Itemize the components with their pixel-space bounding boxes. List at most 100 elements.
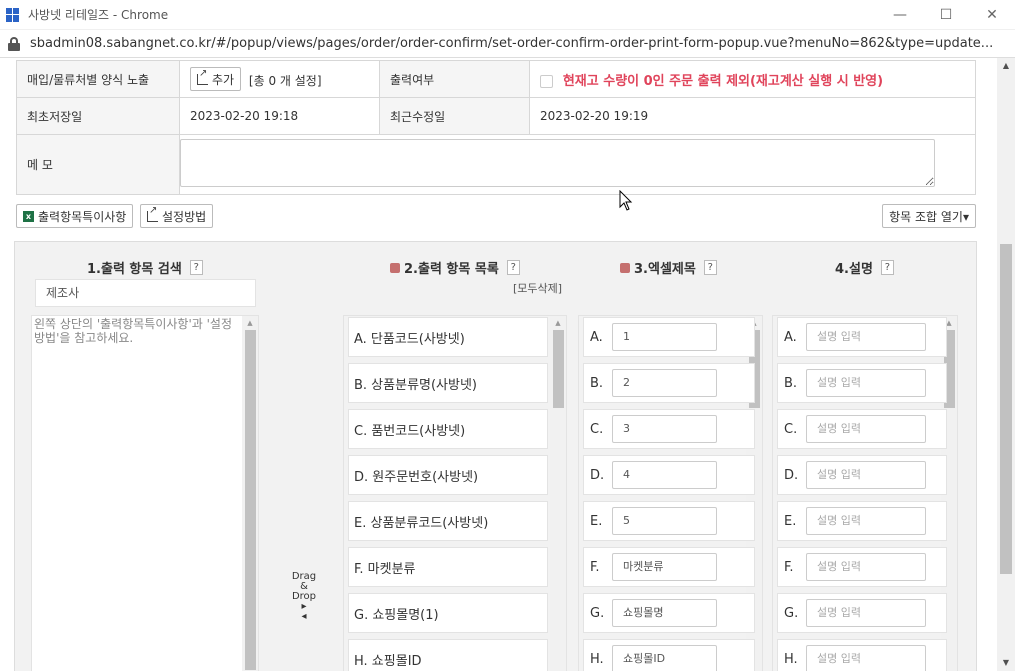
print-item-scrollbar[interactable]: ▲ bbox=[550, 316, 566, 671]
url-text[interactable]: sbadmin08.sabangnet.co.kr/#/popup/views/… bbox=[30, 36, 1015, 51]
search-results-list[interactable]: 왼쪽 상단의 '출력항목특이사항'과 '설정방법'을 참고하세요. ▲ bbox=[31, 315, 259, 671]
minimize-button[interactable]: — bbox=[877, 0, 923, 30]
print-item-row[interactable]: D. 원주문번호(사방넷) bbox=[348, 455, 548, 495]
search-results-scrollbar[interactable]: ▲ bbox=[242, 316, 258, 671]
description-input[interactable]: 설명 입력 bbox=[806, 599, 926, 627]
description-row: E. 설명 입력 bbox=[777, 501, 947, 541]
maximize-button[interactable]: ☐ bbox=[923, 0, 969, 30]
help-icon[interactable]: ? bbox=[506, 260, 520, 275]
description-input[interactable]: 설명 입력 bbox=[806, 461, 926, 489]
memo-textarea[interactable] bbox=[180, 139, 935, 187]
print-item-row[interactable]: H. 쇼핑몰ID bbox=[348, 639, 548, 671]
search-column-label: 1.출력 항목 검색 bbox=[87, 262, 182, 277]
address-bar[interactable]: sbadmin08.sabangnet.co.kr/#/popup/views/… bbox=[0, 30, 1015, 58]
print-label: 출력여부 bbox=[379, 60, 530, 98]
app-icon bbox=[6, 7, 20, 22]
description-input[interactable]: 설명 입력 bbox=[806, 645, 926, 671]
row-letter: A. bbox=[590, 329, 603, 345]
settings-method-button[interactable]: 설정방법 bbox=[140, 204, 214, 228]
row-letter: C. bbox=[590, 421, 604, 437]
excel-title-input[interactable]: 3 bbox=[612, 415, 717, 443]
external-link-icon bbox=[147, 205, 158, 222]
lock-icon bbox=[8, 36, 20, 51]
excel-title-row: G. 쇼핑몰명 bbox=[583, 593, 755, 633]
item-search-input[interactable]: 제조사 bbox=[35, 279, 256, 307]
print-item-row[interactable]: B. 상품분류명(사방넷) bbox=[348, 363, 548, 403]
excel-column-label: 3.엑셀제목 bbox=[634, 262, 696, 277]
desc-column-title: 4.설명 ? bbox=[835, 258, 894, 277]
scroll-down-arrow[interactable]: ▼ bbox=[997, 655, 1015, 671]
row-letter: A. bbox=[784, 329, 797, 345]
info-table: 매입/물류처별 양식 노출 추가 [총 0 개 설정] 출력여부 현재고 수량이… bbox=[16, 60, 976, 195]
excel-title-input[interactable]: 쇼핑몰ID bbox=[612, 645, 717, 671]
help-icon[interactable]: ? bbox=[189, 260, 203, 275]
scroll-up-arrow[interactable]: ▲ bbox=[997, 58, 1015, 74]
excel-icon: x bbox=[23, 210, 34, 222]
search-column-title: 1.출력 항목 검색 ? bbox=[87, 258, 203, 277]
arrow-left-icon: ◂ bbox=[301, 611, 307, 622]
description-input[interactable]: 설명 입력 bbox=[806, 369, 926, 397]
modified-label: 최근수정일 bbox=[379, 97, 530, 135]
print-item-row[interactable]: G. 쇼핑몰명(1) bbox=[348, 593, 548, 633]
settings-method-label: 설정방법 bbox=[162, 209, 207, 224]
modified-value: 2023-02-20 19:19 bbox=[529, 97, 976, 135]
print-item-row[interactable]: F. 마켓분류 bbox=[348, 547, 548, 587]
row-letter: B. bbox=[784, 375, 798, 391]
combo-open-button[interactable]: 항목 조합 열기▾ bbox=[882, 204, 976, 228]
excel-title-input[interactable]: 4 bbox=[612, 461, 717, 489]
description-input[interactable]: 설명 입력 bbox=[806, 415, 926, 443]
window-title: 사방넷 리테일즈 - Chrome bbox=[28, 8, 169, 22]
description-row: B. 설명 입력 bbox=[777, 363, 947, 403]
memo-label: 메 모 bbox=[16, 134, 180, 195]
created-value: 2023-02-20 19:18 bbox=[179, 97, 380, 135]
excel-title-row: A. 1 bbox=[583, 317, 755, 357]
description-input[interactable]: 설명 입력 bbox=[806, 507, 926, 535]
help-icon[interactable]: ? bbox=[703, 260, 717, 275]
description-input[interactable]: 설명 입력 bbox=[806, 553, 926, 581]
special-items-button[interactable]: x 출력항목특이사항 bbox=[16, 204, 134, 228]
excel-column-title: 3.엑셀제목 ? bbox=[620, 258, 717, 277]
description-row: D. 설명 입력 bbox=[777, 455, 947, 495]
close-button[interactable]: ✕ bbox=[969, 0, 1015, 30]
print-item-row[interactable]: A. 단품코드(사방넷) bbox=[348, 317, 548, 357]
list-column-label: 2.출력 항목 목록 bbox=[404, 262, 499, 277]
description-row: A. 설명 입력 bbox=[777, 317, 947, 357]
help-icon[interactable]: ? bbox=[880, 260, 894, 275]
row-letter: C. bbox=[784, 421, 798, 437]
description-row: C. 설명 입력 bbox=[777, 409, 947, 449]
excel-title-input[interactable]: 1 bbox=[612, 323, 717, 351]
delete-all-link[interactable]: [모두삭제] bbox=[513, 280, 562, 296]
description-row: F. 설명 입력 bbox=[777, 547, 947, 587]
row-letter: G. bbox=[590, 605, 605, 621]
excel-title-input[interactable]: 2 bbox=[612, 369, 717, 397]
excel-title-row: E. 5 bbox=[583, 501, 755, 541]
print-item-panel: 1.출력 항목 검색 ? 2.출력 항목 목록 ? [모두삭제] 3.엑셀제목 … bbox=[14, 241, 977, 671]
description-input[interactable]: 설명 입력 bbox=[806, 323, 926, 351]
print-item-row[interactable]: C. 품번코드(사방넷) bbox=[348, 409, 548, 449]
page-scrollbar[interactable]: ▲ ▼ bbox=[997, 58, 1015, 671]
excel-title-row: H. 쇼핑몰ID bbox=[583, 639, 755, 671]
list-column-title: 2.출력 항목 목록 ? bbox=[390, 258, 520, 277]
excel-title-row: C. 3 bbox=[583, 409, 755, 449]
excel-title-input[interactable]: 마켓분류 bbox=[612, 553, 717, 581]
row-letter: D. bbox=[784, 467, 799, 483]
print-item-row[interactable]: E. 상품분류코드(사방넷) bbox=[348, 501, 548, 541]
add-button[interactable]: 추가 bbox=[190, 67, 242, 91]
created-label: 최초저장일 bbox=[16, 97, 180, 135]
row-letter: E. bbox=[590, 513, 603, 529]
excel-title-row: F. 마켓분류 bbox=[583, 547, 755, 587]
exclude-zero-stock-label: 현재고 수량이 0인 주문 출력 제외(재고계산 실행 시 반영) bbox=[562, 73, 884, 89]
excel-title-row: D. 4 bbox=[583, 455, 755, 495]
exclude-zero-stock-checkbox[interactable] bbox=[540, 74, 553, 88]
row-letter: G. bbox=[784, 605, 799, 621]
excel-title-row: B. 2 bbox=[583, 363, 755, 403]
excel-title-input[interactable]: 쇼핑몰명 bbox=[612, 599, 717, 627]
row-letter: F. bbox=[590, 559, 600, 575]
count-text: [총 0 개 설정] bbox=[248, 73, 322, 88]
external-link-icon bbox=[197, 68, 208, 85]
popup-content: 매입/물류처별 양식 노출 추가 [총 0 개 설정] 출력여부 현재고 수량이… bbox=[0, 58, 1000, 671]
drag-drop-indicator: Drag & Drop ▸ ◂ bbox=[289, 572, 319, 622]
scroll-thumb[interactable] bbox=[1000, 244, 1012, 574]
excel-title-input[interactable]: 5 bbox=[612, 507, 717, 535]
add-button-label: 추가 bbox=[212, 72, 235, 87]
